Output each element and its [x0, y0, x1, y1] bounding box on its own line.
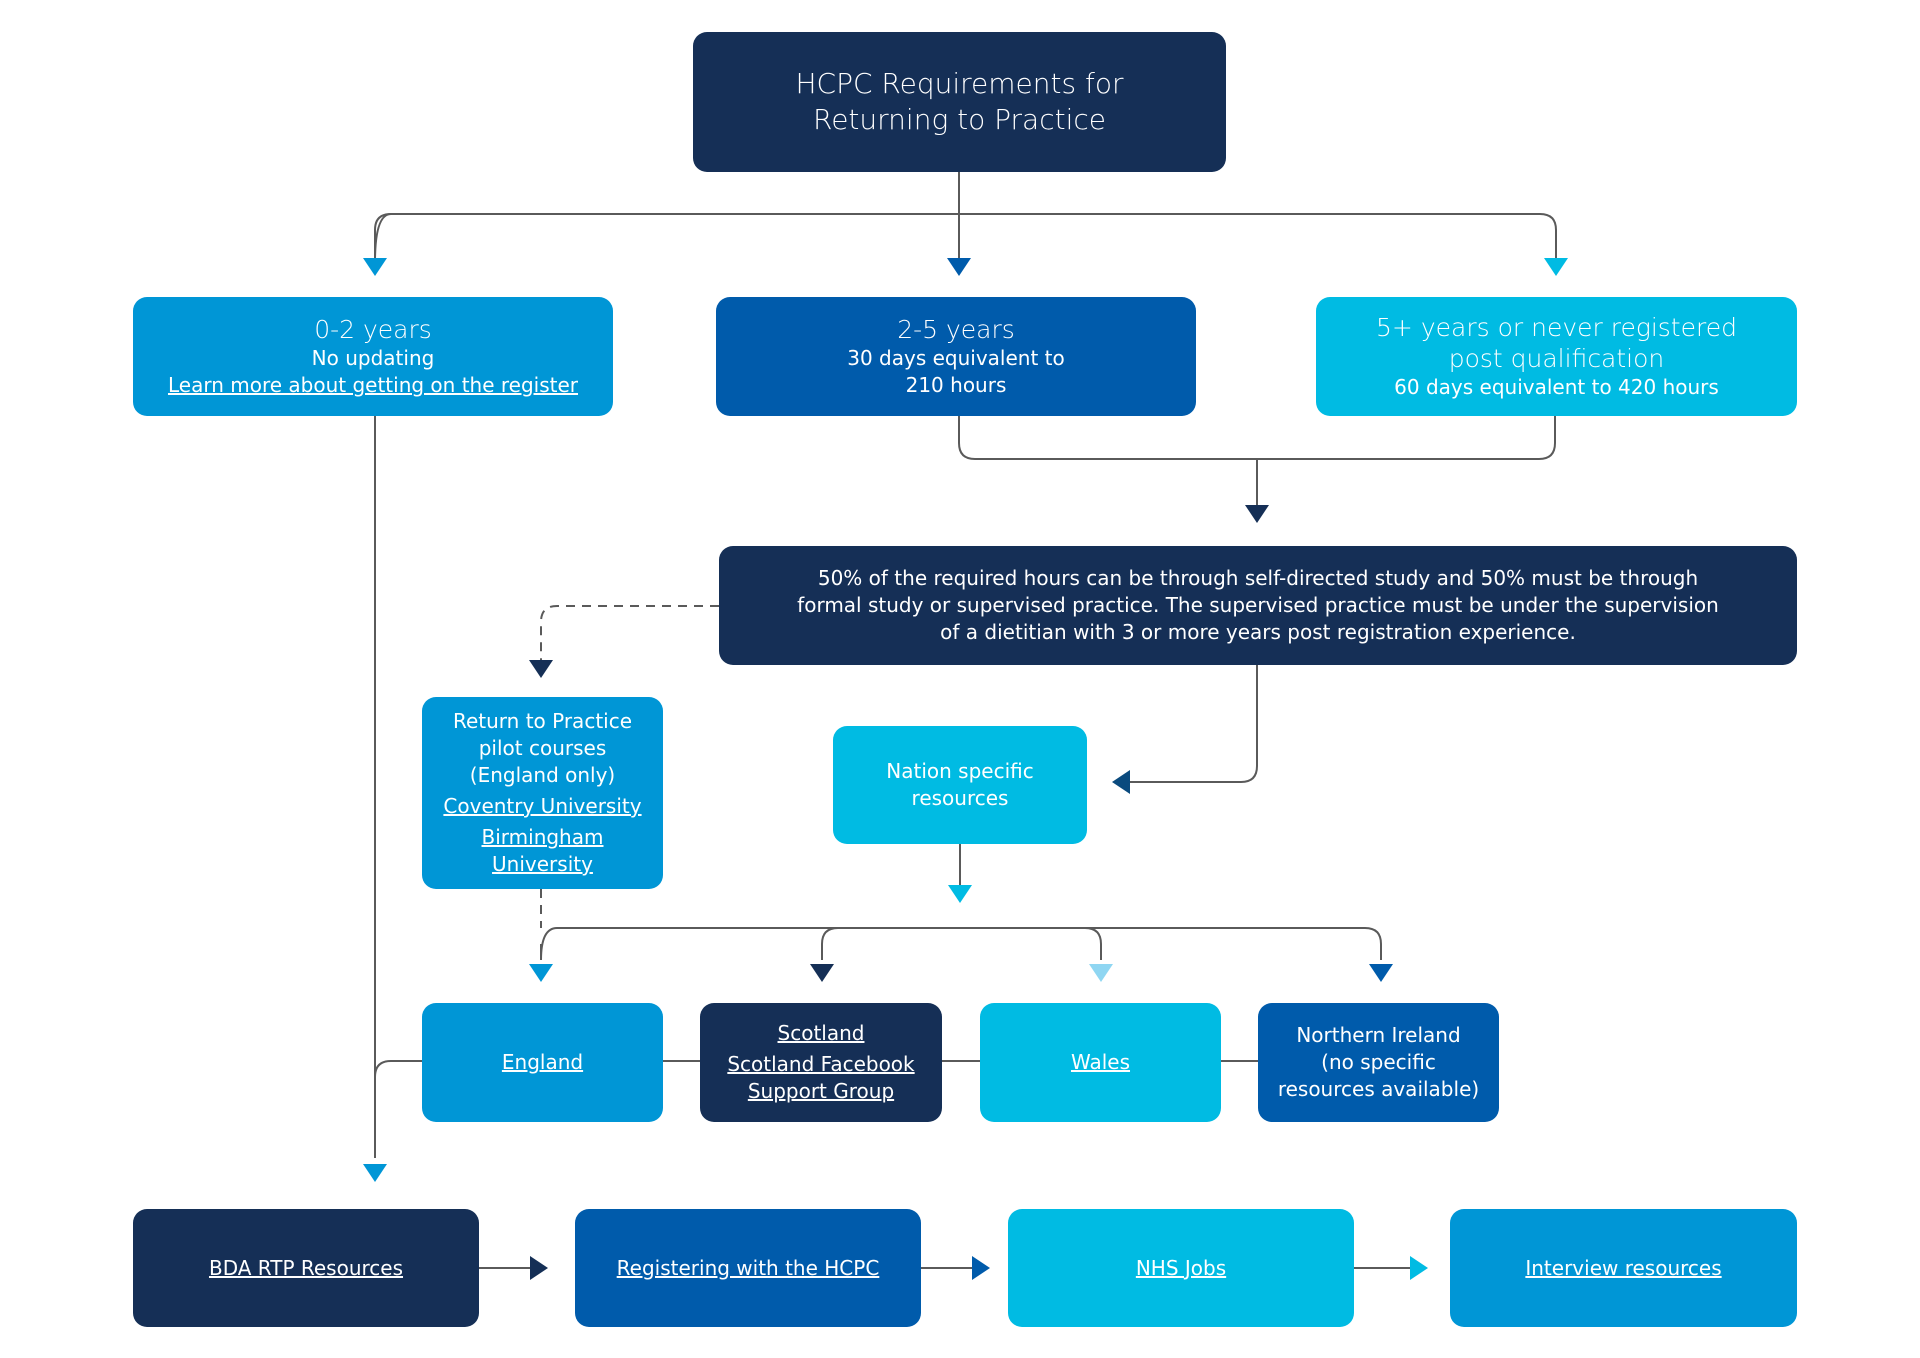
connector-nations-branch	[540, 927, 1382, 961]
arrow-to-scotland	[810, 964, 834, 982]
category-heading: post qualification	[1448, 344, 1665, 373]
step-registering-hcpc: Registering with the HCPC	[575, 1209, 921, 1327]
title-box: HCPC Requirements for Returning to Pract…	[693, 32, 1226, 172]
nation-scotland: Scotland Scotland Facebook Support Group	[700, 1003, 942, 1122]
category-detail: 210 hours	[905, 373, 1007, 397]
arrow-to-note	[1245, 505, 1269, 523]
arrow-to-rtp	[529, 660, 553, 678]
category-heading: 0-2 years	[314, 315, 432, 344]
step-interview-resources: Interview resources	[1450, 1209, 1797, 1327]
scotland-facebook-line1: Scotland Facebook	[727, 1052, 915, 1076]
register-info-link[interactable]: Learn more about getting on the register	[168, 372, 578, 399]
england-link[interactable]: England	[502, 1049, 583, 1076]
ni-line: (no specific	[1321, 1050, 1436, 1074]
nhs-jobs-link[interactable]: NHS Jobs	[1136, 1255, 1226, 1282]
arrow-to-ni	[1369, 964, 1393, 982]
arrow-to-england	[529, 964, 553, 982]
scotland-facebook-line2: Support Group	[747, 1079, 895, 1103]
nation-specific-line: resources	[911, 786, 1009, 810]
arrow-to-5plus	[1544, 258, 1568, 276]
pilot-line: pilot courses	[478, 736, 607, 760]
note-line: of a dietitian with 3 or more years post…	[940, 620, 1576, 644]
connector-note-to-nation	[1130, 665, 1258, 783]
arrow-to-bda	[363, 1164, 387, 1182]
ni-line: Northern Ireland	[1296, 1023, 1461, 1047]
title-line2: Returning to Practice	[813, 103, 1106, 136]
pilot-line: (England only)	[469, 763, 616, 787]
category-2-5-years: 2-5 years 30 days equivalent to 210 hour…	[716, 297, 1196, 416]
step-nhs-jobs: NHS Jobs	[1008, 1209, 1354, 1327]
category-detail: 60 days equivalent to 420 hours	[1394, 375, 1719, 399]
note-line: 50% of the required hours can be through…	[817, 566, 1699, 590]
note-line: formal study or supervised practice. The…	[797, 593, 1719, 617]
category-detail: 30 days equivalent to	[847, 346, 1065, 370]
nation-wales: Wales	[980, 1003, 1221, 1122]
pilot-line: Return to Practice	[452, 709, 633, 733]
bda-rtp-resources-link[interactable]: BDA RTP Resources	[209, 1255, 403, 1282]
coventry-university-link[interactable]: Coventry University	[443, 793, 641, 820]
nation-specific-box: Nation specific resources	[833, 726, 1087, 844]
wales-link[interactable]: Wales	[1071, 1049, 1130, 1076]
pilot-courses-box: Return to Practice pilot courses (Englan…	[422, 697, 663, 889]
nation-specific-line: Nation specific	[886, 759, 1034, 783]
arrow-from-nation-specific	[948, 885, 972, 903]
category-detail: No updating	[311, 346, 435, 370]
connector-branch-top	[374, 213, 1557, 263]
birmingham-university-link[interactable]: Birmingham University	[432, 824, 653, 878]
nation-england: England	[422, 1003, 663, 1122]
requirement-note-box: 50% of the required hours can be through…	[719, 546, 1797, 665]
arrow-to-nhs	[972, 1256, 990, 1280]
scotland-facebook-link[interactable]: Scotland Facebook Support Group	[727, 1051, 914, 1105]
arrow-to-wales	[1089, 964, 1113, 982]
connector-dashed-rtp	[540, 605, 719, 660]
step-bda-rtp-resources: BDA RTP Resources	[133, 1209, 479, 1327]
registering-hcpc-link[interactable]: Registering with the HCPC	[617, 1255, 880, 1282]
arrow-to-registering	[530, 1256, 548, 1280]
interview-resources-link[interactable]: Interview resources	[1525, 1255, 1721, 1282]
nation-northern-ireland: Northern Ireland (no specific resources …	[1258, 1003, 1499, 1122]
connector-layer	[363, 172, 1568, 1280]
category-5plus-years: 5+ years or never registered post qualif…	[1316, 297, 1797, 416]
connector-merge	[958, 416, 1556, 460]
category-heading: 2-5 years	[897, 315, 1015, 344]
arrow-to-0-2	[363, 258, 387, 276]
arrow-to-2-5	[947, 258, 971, 276]
category-heading: 5+ years or never registered	[1376, 313, 1737, 342]
ni-line: resources available)	[1277, 1077, 1480, 1101]
category-0-2-years: 0-2 years No updating Learn more about g…	[133, 297, 613, 416]
title-line1: HCPC Requirements for	[795, 67, 1124, 100]
arrow-to-interview	[1410, 1256, 1428, 1280]
scotland-link[interactable]: Scotland	[778, 1020, 865, 1047]
arrow-to-nation-specific	[1112, 770, 1130, 794]
